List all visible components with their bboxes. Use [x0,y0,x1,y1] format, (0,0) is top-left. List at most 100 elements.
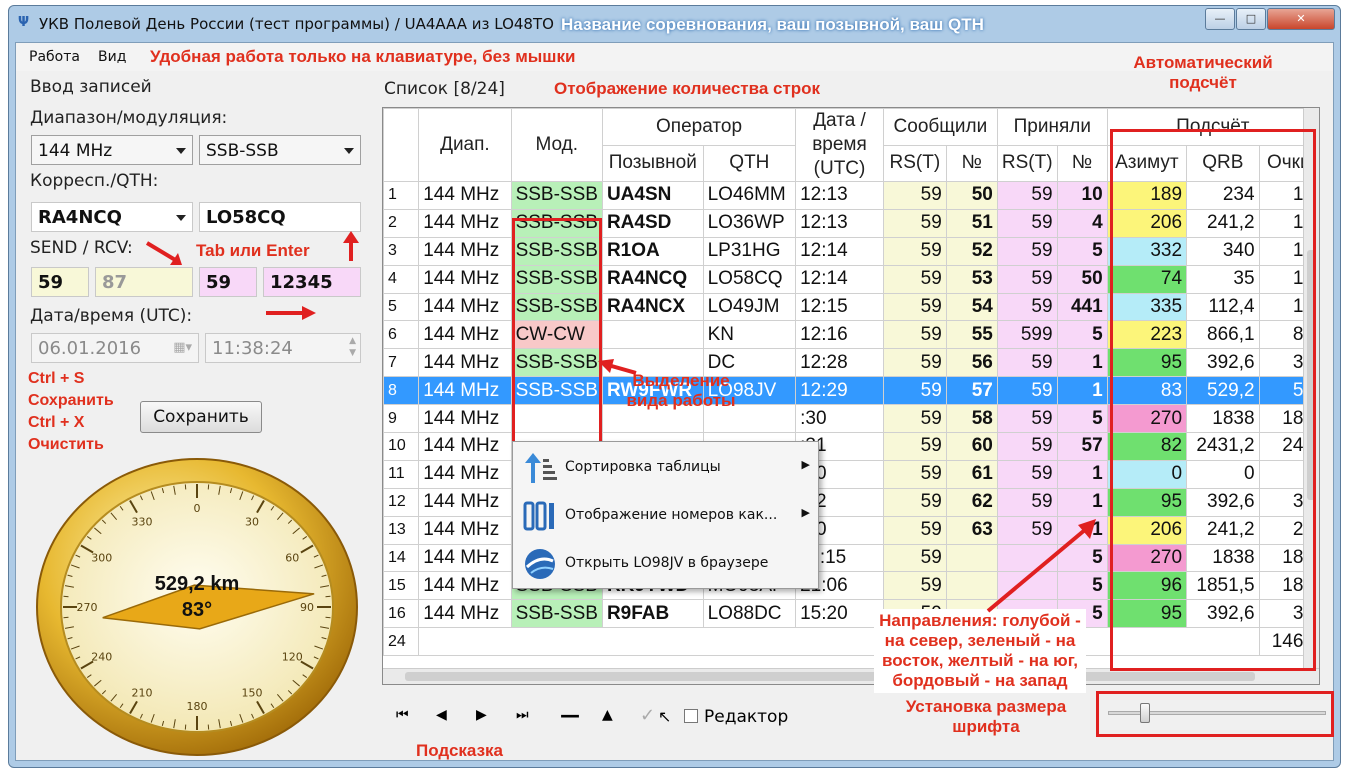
cell-rcv-nr[interactable]: 5 [1056,404,1108,434]
cell-callsign[interactable]: R9FAB [601,599,704,629]
cell-time[interactable]: 15:20 [795,599,884,629]
cell-sent-nr[interactable]: 58 [945,404,998,434]
cell-band[interactable]: 144 MHz [418,348,512,378]
cell-sent-rst[interactable]: 59 [882,376,947,406]
cell-rcv-rst[interactable]: 59 [996,208,1058,238]
cell-qth[interactable]: LO36WP [702,208,797,238]
cell-time[interactable]: :30 [795,404,884,434]
cell-sent-rst[interactable]: 59 [882,432,947,461]
cell-rcv-rst[interactable]: 599 [996,320,1058,350]
font-size-slider-thumb[interactable] [1140,703,1150,723]
cell-rcv-rst[interactable]: 59 [996,236,1058,266]
mode-select[interactable]: SSB-SSB [199,135,361,165]
row-number[interactable]: 4 [383,264,420,294]
menu-view[interactable]: Вид [98,49,126,65]
row-number[interactable]: 12 [383,487,420,517]
cell-rcv-rst[interactable]: 59 [996,459,1058,489]
cell-sent-rst[interactable]: 59 [882,404,947,434]
cell-band[interactable]: 144 MHz [418,599,512,629]
cell-sent-nr[interactable]: 51 [945,208,998,238]
cell-rcv-nr[interactable]: 1 [1056,376,1108,406]
row-number[interactable]: 14 [383,543,420,573]
cell-time[interactable]: 12:14 [795,236,884,266]
prev-record-icon[interactable]: ◀ [436,707,447,723]
edit-up-icon[interactable]: ▲ [602,707,613,723]
cell-sent-nr[interactable]: 60 [945,432,998,461]
col-qth[interactable]: QTH [702,144,797,182]
row-number[interactable]: 1 [383,181,420,210]
next-record-icon[interactable]: ▶ [476,707,487,723]
cell-sent-nr[interactable]: 52 [945,236,998,266]
cell-band[interactable]: 144 MHz [418,432,512,461]
cell-sent-nr[interactable]: 55 [945,320,998,350]
col-sent-nr[interactable]: № [945,144,998,182]
minimize-button[interactable]: — [1205,8,1235,30]
cell-rcv-rst[interactable]: 59 [996,264,1058,294]
cell-band[interactable]: 144 MHz [418,264,512,294]
cell-band[interactable]: 144 MHz [418,376,512,406]
cell-sent-rst[interactable]: 59 [882,292,947,322]
cell-time[interactable]: 12:15 [795,292,884,322]
cell-band[interactable]: 144 MHz [418,208,512,238]
cell-qth[interactable]: KN [702,320,797,350]
col-mode[interactable]: Мод. [510,108,603,182]
cell-time[interactable]: 12:13 [795,181,884,210]
cell-sent-nr[interactable]: 57 [945,376,998,406]
ctx-open-browser[interactable]: Открыть LO98JV в браузере [513,540,818,586]
band-select[interactable]: 144 MHz [31,135,193,165]
col-callsign[interactable]: Позывной [601,144,704,182]
cell-mode[interactable]: SSB-SSB [510,599,603,629]
row-number[interactable]: 6 [383,320,420,350]
cell-band[interactable]: 144 MHz [418,404,512,434]
cell-sent-rst[interactable]: 59 [882,236,947,266]
cell-rcv-rst[interactable]: 59 [996,376,1058,406]
cell-sent-rst[interactable]: 59 [882,348,947,378]
cell-time[interactable]: 12:14 [795,264,884,294]
cell-sent-rst[interactable]: 59 [882,543,947,573]
cell-rcv-nr[interactable]: 4 [1056,208,1108,238]
col-sent[interactable]: Сообщили [882,108,998,146]
cell-callsign[interactable]: RA4NCQ [601,264,704,294]
cell-rcv-rst[interactable]: 59 [996,292,1058,322]
last-record-icon[interactable]: ⏭ [516,707,529,723]
cell-band[interactable]: 144 MHz [418,181,512,210]
row-number[interactable]: 11 [383,459,420,489]
maximize-button[interactable]: □ [1236,8,1266,30]
cell-sent-rst[interactable]: 59 [882,264,947,294]
cell-mode[interactable]: SSB-SSB [510,181,603,210]
post-check-icon[interactable]: ✓ [640,705,655,726]
cell-sent-nr[interactable]: 50 [945,181,998,210]
cell-callsign[interactable]: RA4NCX [601,292,704,322]
row-number[interactable]: 13 [383,515,420,545]
cell-band[interactable]: 144 MHz [418,543,512,573]
cell-rcv-nr[interactable]: 57 [1056,432,1108,461]
delete-record-icon[interactable]: — [560,703,580,727]
cell-sent-rst[interactable]: 59 [882,320,947,350]
editor-checkbox[interactable] [684,709,698,723]
cell-sent-rst[interactable]: 59 [882,571,947,601]
row-number[interactable]: 5 [383,292,420,322]
cell-time[interactable]: 12:29 [795,376,884,406]
cell-time[interactable]: 12:16 [795,320,884,350]
col-rcv-rst[interactable]: RS(T) [996,144,1058,182]
cell-rcv-nr[interactable]: 10 [1056,181,1108,210]
ctx-sort[interactable]: Сортировка таблицы ▶ [513,444,818,490]
cell-rcv-rst[interactable]: 59 [996,181,1058,210]
cell-rcv-nr[interactable]: 441 [1056,292,1108,322]
cell-band[interactable]: 144 MHz [418,236,512,266]
cell-qth[interactable]: LO58CQ [702,264,797,294]
cell-rcv-rst[interactable]: 59 [996,348,1058,378]
cell-sent-rst[interactable]: 59 [882,459,947,489]
cell-sent-rst[interactable]: 59 [882,515,947,545]
row-number[interactable]: 15 [383,571,420,601]
menu-work[interactable]: Работа [29,49,80,65]
cell-time[interactable]: 12:13 [795,208,884,238]
cell-rcv-nr[interactable]: 5 [1056,320,1108,350]
cell-qth[interactable]: LO88DC [702,599,797,629]
cell-band[interactable]: 144 MHz [418,515,512,545]
row-number[interactable]: 2 [383,208,420,238]
cell-qth[interactable]: LO49JM [702,292,797,322]
cell-band[interactable]: 144 MHz [418,292,512,322]
cell-band[interactable]: 144 MHz [418,487,512,517]
cell-rcv-nr[interactable]: 50 [1056,264,1108,294]
